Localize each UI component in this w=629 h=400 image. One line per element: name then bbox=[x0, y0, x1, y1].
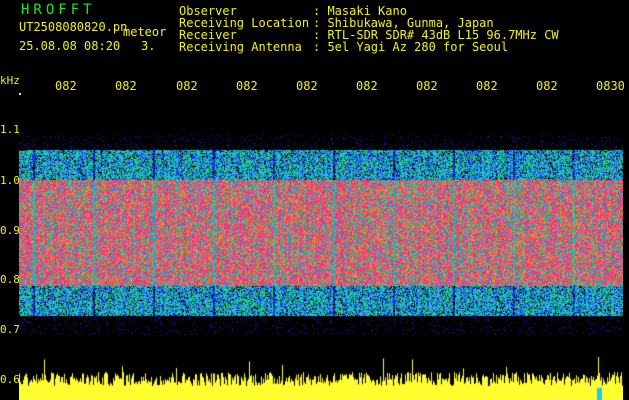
x-tick-10: 0830 bbox=[596, 79, 625, 93]
app-brand: HROFFT bbox=[21, 2, 96, 18]
spectrogram-canvas bbox=[19, 95, 623, 400]
x-tick-5: 082 bbox=[296, 79, 318, 93]
count-value: 3. bbox=[141, 39, 156, 53]
detection-tag: meteor bbox=[123, 25, 167, 39]
hrofft-screen: HROFFT UT2508080820.pn meteor 25.08.08 0… bbox=[0, 0, 629, 400]
file-name: UT2508080820.pn bbox=[19, 20, 128, 34]
y-tick-0-9: 0.9 bbox=[0, 224, 20, 237]
y-tick-1-1: 1.1 bbox=[0, 123, 20, 136]
x-tick-2: 082 bbox=[115, 79, 137, 93]
x-tick-4: 082 bbox=[236, 79, 258, 93]
x-tick-8: 082 bbox=[476, 79, 498, 93]
y-tick-0-7: 0.7 bbox=[0, 323, 20, 336]
y-tick-1-0: 1.0 bbox=[0, 174, 20, 187]
x-tick-9: 082 bbox=[536, 79, 558, 93]
x-tick-1: 082 bbox=[55, 79, 77, 93]
y-tick-0-8: 0.8 bbox=[0, 273, 20, 286]
antenna-value: : 5el Yagi Az 280 for Seoul bbox=[313, 40, 509, 54]
spectrogram-panel bbox=[19, 95, 623, 400]
antenna-label: Receiving Antenna bbox=[179, 40, 302, 54]
y-tick-0-6: 0.6 bbox=[0, 373, 20, 386]
date-time: 25.08.08 08:20 bbox=[19, 39, 121, 53]
x-tick-3: 082 bbox=[176, 79, 198, 93]
y-axis-unit: kHz bbox=[0, 74, 20, 87]
x-tick-7: 082 bbox=[416, 79, 438, 93]
x-tick-6: 082 bbox=[356, 79, 378, 93]
